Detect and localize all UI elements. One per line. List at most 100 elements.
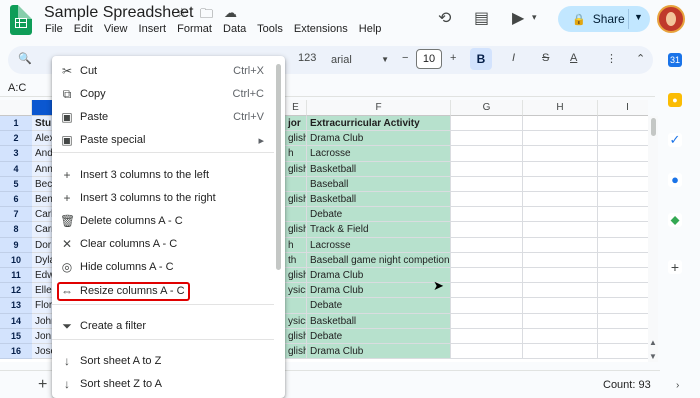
cell-g[interactable] <box>451 116 523 132</box>
cell-e[interactable]: ysics <box>285 283 307 299</box>
cell-e[interactable]: glish <box>285 344 307 360</box>
cell-i[interactable] <box>598 283 648 299</box>
number-format-button[interactable]: 123 <box>298 52 316 64</box>
row-number[interactable]: 7 <box>0 207 32 223</box>
cell-h[interactable] <box>523 237 598 253</box>
menu-item-paste[interactable]: ▣ Paste Ctrl+V <box>52 106 274 128</box>
menu-item-cut[interactable]: ✂ Cut Ctrl+X <box>52 60 274 82</box>
cell-i[interactable] <box>598 298 648 314</box>
collapse-toolbar-icon[interactable]: ⌃ <box>636 52 645 65</box>
cell-f[interactable]: Drama Club <box>307 344 451 360</box>
cell-g[interactable] <box>451 207 523 223</box>
text-color-button[interactable]: A <box>570 52 577 64</box>
menu-item-sort-a-z[interactable]: ↓ Sort sheet A to Z <box>52 350 274 372</box>
tasks-icon[interactable]: ✓ <box>668 133 682 147</box>
meet-dropdown-icon[interactable]: ▾ <box>532 12 537 23</box>
row-number[interactable]: 1 <box>0 116 32 132</box>
cell-g[interactable] <box>451 161 523 177</box>
scroll-up-icon[interactable]: ▲ <box>649 338 657 347</box>
cell-f[interactable]: Baseball <box>307 176 451 192</box>
cell-g[interactable] <box>451 283 523 299</box>
cell-e[interactable]: th <box>285 252 307 268</box>
add-sheet-icon[interactable]: + <box>38 376 47 394</box>
cell-i[interactable] <box>598 177 648 192</box>
vertical-scrollbar[interactable] <box>648 116 658 362</box>
cell-h[interactable] <box>523 283 598 299</box>
contacts-icon[interactable]: ● <box>668 173 682 187</box>
cell-h[interactable] <box>523 298 598 314</box>
decrease-font-size-icon[interactable]: − <box>402 52 408 64</box>
cell-f[interactable]: Basketball <box>307 192 451 208</box>
cell-h[interactable] <box>523 192 598 208</box>
cell-f[interactable]: Debate <box>307 328 451 344</box>
cell-e[interactable]: glish <box>285 222 307 238</box>
meet-icon[interactable]: ▶ <box>512 8 524 28</box>
cell-f[interactable]: Drama Club <box>307 131 451 147</box>
column-header-g[interactable]: G <box>451 100 523 116</box>
more-toolbar-icon[interactable]: ⋮ <box>606 52 617 65</box>
cell-i[interactable] <box>598 268 648 284</box>
cell-i[interactable] <box>598 329 648 344</box>
menu-item-copy[interactable]: ⧉ Copy Ctrl+C <box>52 83 274 105</box>
cell-g[interactable] <box>451 237 523 253</box>
cloud-status-icon[interactable]: ☁ <box>224 5 237 21</box>
cell-i[interactable] <box>598 314 648 329</box>
menu-view[interactable]: View <box>104 23 128 35</box>
menu-insert[interactable]: Insert <box>139 23 167 35</box>
menu-extensions[interactable]: Extensions <box>294 23 348 35</box>
cell-e[interactable]: h <box>285 146 307 162</box>
menu-scroll-thumb[interactable] <box>276 64 281 270</box>
scroll-down-icon[interactable]: ▼ <box>649 352 657 361</box>
increase-font-size-icon[interactable]: + <box>450 52 456 64</box>
font-select[interactable]: arial ▼ <box>327 50 389 70</box>
cell-h[interactable] <box>523 161 598 177</box>
italic-icon[interactable]: I <box>512 52 515 64</box>
row-number[interactable]: 3 <box>0 146 32 162</box>
selection-count[interactable]: Count: 93 <box>603 379 651 391</box>
maps-icon[interactable]: ⬥ <box>668 213 682 227</box>
row-number[interactable]: 12 <box>0 283 32 299</box>
cell-h[interactable] <box>523 207 598 223</box>
cell-g[interactable] <box>451 328 523 344</box>
cell-i[interactable] <box>598 238 648 253</box>
menu-item-insert-right[interactable]: + Insert 3 columns to the right <box>52 187 274 209</box>
column-header-e[interactable]: E <box>285 100 307 116</box>
menu-data[interactable]: Data <box>223 23 246 35</box>
cell-g[interactable] <box>451 298 523 314</box>
cell-i[interactable] <box>598 131 648 147</box>
cell-f[interactable]: Extracurricular Activity <box>307 116 451 132</box>
cell-e[interactable]: glish <box>285 161 307 177</box>
star-icon[interactable]: ☆ <box>176 5 188 21</box>
share-dropdown-icon[interactable]: ▼ <box>634 12 643 22</box>
cell-f[interactable]: Drama Club <box>307 268 451 284</box>
menu-file[interactable]: File <box>45 23 63 35</box>
cell-h[interactable] <box>523 222 598 238</box>
menu-item-insert-left[interactable]: + Insert 3 columns to the left <box>52 164 274 186</box>
row-number[interactable]: 10 <box>0 252 32 268</box>
account-avatar[interactable] <box>657 5 685 33</box>
share-main[interactable]: 🔒 Share <box>558 6 628 32</box>
row-number[interactable]: 15 <box>0 328 32 344</box>
cell-i[interactable] <box>598 192 648 208</box>
collapse-side-panel-icon[interactable]: › <box>676 380 679 391</box>
cell-g[interactable] <box>451 131 523 147</box>
select-all-corner[interactable] <box>0 100 32 116</box>
row-number[interactable]: 13 <box>0 298 32 314</box>
cell-g[interactable] <box>451 222 523 238</box>
cell-h[interactable] <box>523 176 598 192</box>
menu-tools[interactable]: Tools <box>257 23 283 35</box>
name-box[interactable]: A:C <box>8 82 26 94</box>
cell-g[interactable] <box>451 192 523 208</box>
cell-g[interactable] <box>451 344 523 360</box>
cell-i[interactable] <box>598 162 648 177</box>
row-number[interactable]: 2 <box>0 131 32 147</box>
cell-g[interactable] <box>451 252 523 268</box>
menu-item-delete-columns[interactable]: 🗑 Delete columns A - C <box>52 210 274 232</box>
menu-item-create-filter[interactable]: ⏷ Create a filter <box>52 315 274 337</box>
cell-h[interactable] <box>523 252 598 268</box>
menu-item-hide-columns[interactable]: ◎ Hide columns A - C <box>52 256 274 278</box>
row-number[interactable]: 11 <box>0 268 32 284</box>
menu-item-paste-special[interactable]: ▣ Paste special ▸ <box>52 129 274 151</box>
cell-h[interactable] <box>523 146 598 162</box>
cell-g[interactable] <box>451 176 523 192</box>
